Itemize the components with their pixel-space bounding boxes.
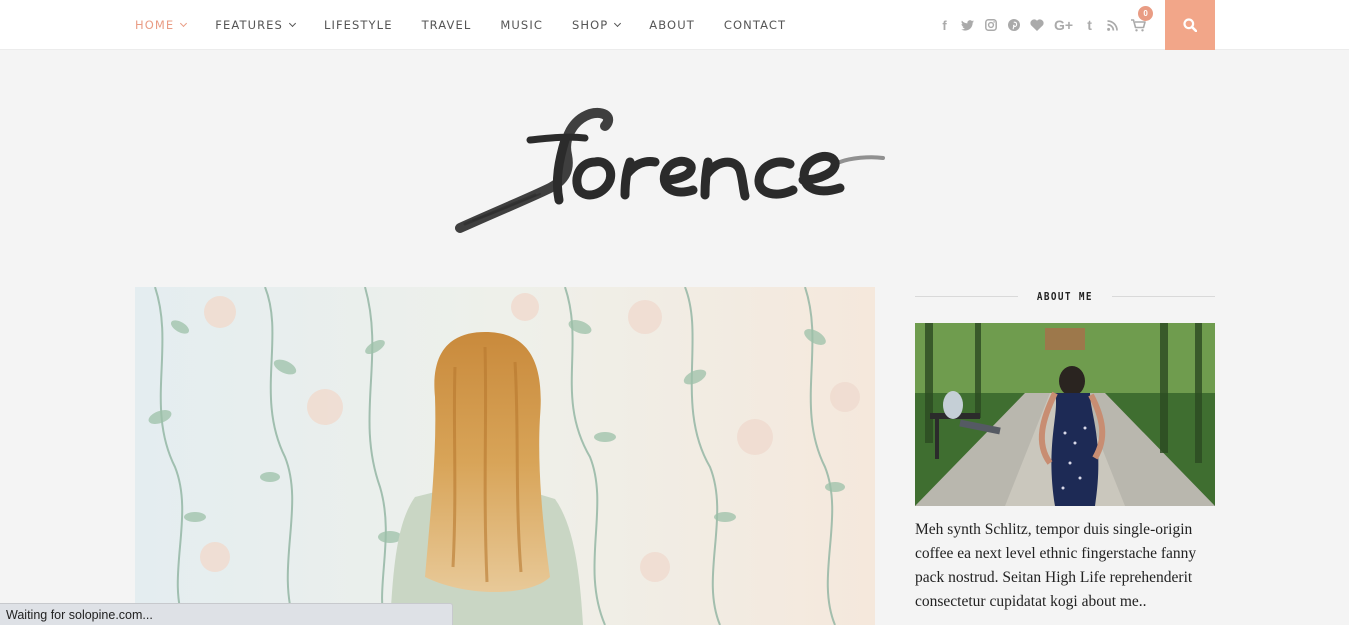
google-plus-icon[interactable]: G+ (1054, 17, 1073, 33)
nav-item-music[interactable]: MUSIC (500, 18, 543, 32)
about-me-widget-title: ABOUT ME (915, 287, 1215, 305)
cart-count-badge: 0 (1138, 5, 1154, 21)
instagram-icon[interactable] (984, 19, 997, 31)
nav-item-shop[interactable]: SHOP (571, 18, 622, 32)
facebook-icon[interactable]: f (938, 18, 951, 33)
rss-icon[interactable] (1106, 19, 1119, 31)
nav-item-features[interactable]: FEATURES (215, 18, 296, 32)
nav-item-lifestyle[interactable]: LIFESTYLE (324, 18, 393, 32)
nav-item-label: SHOP (571, 18, 609, 32)
widget-title-text: ABOUT ME (1037, 289, 1093, 303)
nav-item-label: TRAVEL (421, 18, 472, 32)
twitter-icon[interactable] (961, 19, 974, 31)
about-me-text: Meh synth Schlitz, tempor duis single-or… (915, 521, 1197, 610)
nav-item-label: FEATURES (215, 18, 283, 32)
nav-item-label: ABOUT (649, 18, 695, 32)
nav-item-label: CONTACT (723, 18, 787, 32)
featured-post-image[interactable] (135, 287, 875, 625)
nav-item-about[interactable]: ABOUT (649, 18, 695, 32)
search-button[interactable] (1165, 0, 1215, 50)
shopping-cart-icon[interactable]: 0 (1131, 5, 1154, 32)
browser-status-bar: Waiting for solopine.com... (0, 603, 453, 625)
chevron-down-icon (180, 19, 188, 28)
tumblr-icon[interactable]: t (1083, 17, 1096, 33)
main-menu: HOME FEATURES LIFESTYLE TRAVEL MUSIC SHO… (135, 0, 815, 50)
about-me-image (915, 323, 1215, 506)
divider (1111, 295, 1215, 297)
nav-item-home[interactable]: HOME (135, 18, 188, 32)
nav-item-label: HOME (135, 18, 175, 32)
site-logo[interactable] (455, 100, 895, 240)
nav-item-label: LIFESTYLE (323, 18, 393, 32)
bloglovin-heart-icon[interactable] (1030, 19, 1044, 31)
top-navigation-bar: HOME FEATURES LIFESTYLE TRAVEL MUSIC SHO… (0, 0, 1349, 50)
nav-item-contact[interactable]: CONTACT (724, 18, 786, 32)
search-icon (1183, 18, 1197, 32)
divider (915, 295, 1019, 297)
nav-item-travel[interactable]: TRAVEL (422, 18, 472, 32)
chevron-down-icon (288, 19, 296, 28)
pinterest-icon[interactable] (1007, 19, 1020, 31)
social-links: f G+ t 0 (938, 0, 1156, 50)
nav-item-label: MUSIC (500, 18, 543, 32)
chevron-down-icon (614, 19, 622, 28)
